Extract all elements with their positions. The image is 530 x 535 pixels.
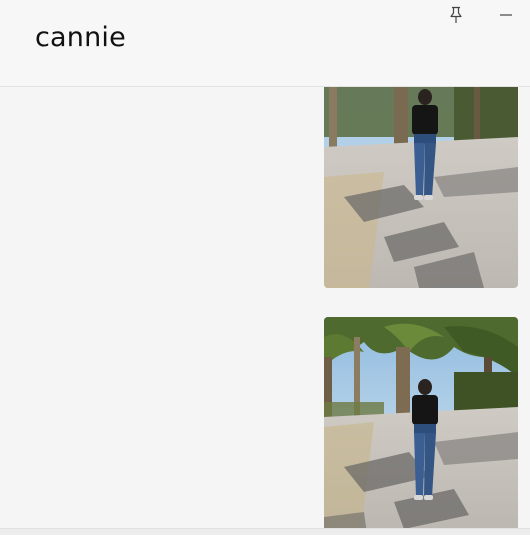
- image-message[interactable]: [324, 87, 518, 288]
- message-list[interactable]: [0, 87, 530, 535]
- minimize-icon: [500, 14, 512, 16]
- message-photo: [324, 317, 518, 535]
- pin-button[interactable]: [443, 2, 469, 28]
- message-photo: [324, 87, 518, 288]
- minimize-button[interactable]: [493, 2, 519, 28]
- image-message[interactable]: [324, 317, 518, 535]
- chat-window: cannie: [0, 0, 530, 535]
- chat-header: cannie: [0, 0, 530, 87]
- input-area-divider: [0, 528, 530, 535]
- chat-title: cannie: [35, 22, 126, 53]
- pin-icon: [450, 6, 462, 23]
